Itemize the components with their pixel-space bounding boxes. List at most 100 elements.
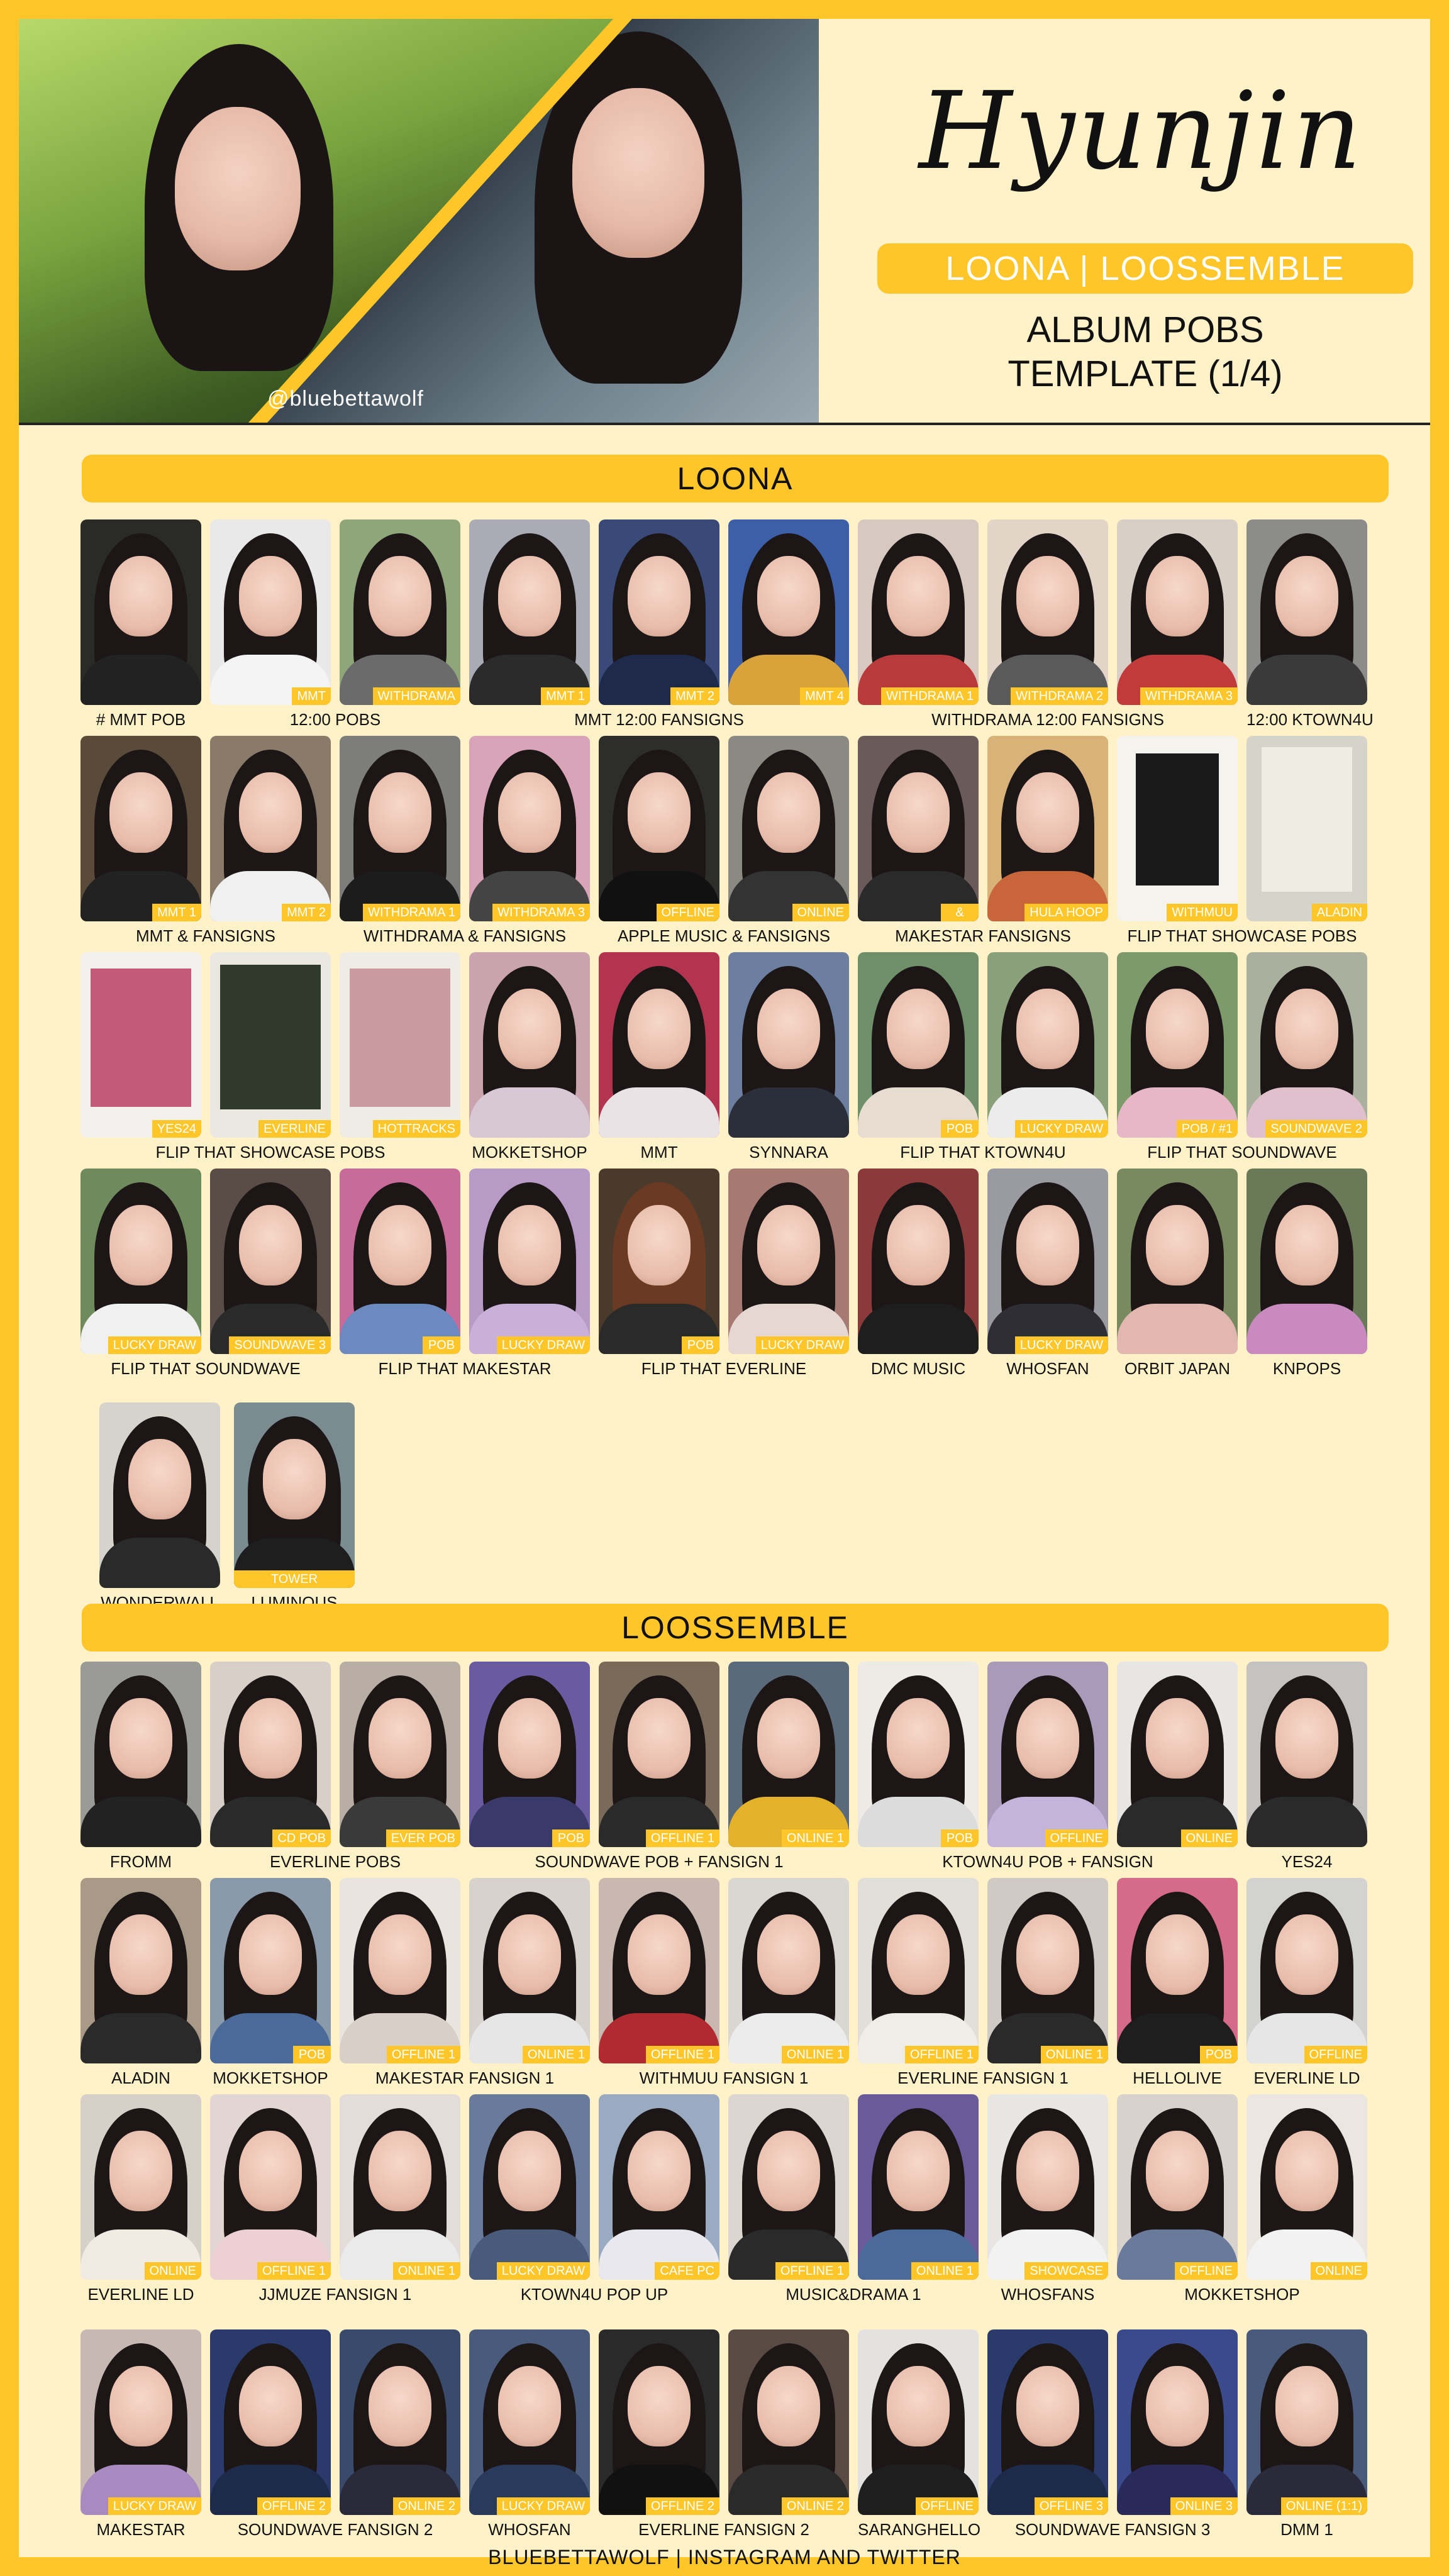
card-face — [757, 1205, 820, 1285]
card-face — [628, 1698, 691, 1779]
photocard: OFFLINE 2 — [599, 2329, 719, 2515]
card-tag: ONLINE 1 — [522, 2046, 590, 2063]
photocard: POB — [858, 1662, 979, 1847]
card-tag: SOUNDWAVE 3 — [229, 1336, 331, 1354]
card-face — [498, 772, 561, 853]
card-caption: SOUNDWAVE POB + FANSIGN 1 — [535, 1852, 784, 1871]
card-tag: ONLINE 1 — [1040, 2046, 1108, 2063]
card-caption: YES24 — [1281, 1852, 1333, 1871]
card-face — [239, 2366, 302, 2446]
photocard: CAFE PC — [599, 2094, 719, 2280]
card-outfit — [1246, 655, 1367, 705]
photocard: ONLINE 1 — [340, 2094, 460, 2280]
photocard: OFFLINE 1 — [599, 1878, 719, 2063]
card-face — [628, 989, 691, 1069]
card-caption: DMC MUSIC — [870, 1359, 966, 1378]
footer-credit: BLUEBETTAWOLF | INSTAGRAM AND TWITTER — [488, 2546, 961, 2568]
card-tag: OFFLINE 1 — [904, 2046, 979, 2063]
card-outfit — [80, 655, 201, 705]
card-tag: ONLINE 1 — [911, 2262, 979, 2280]
card-caption: 12:00 KTOWN4U — [1246, 710, 1374, 729]
card-face — [369, 1914, 431, 1995]
subtitle-line-2: TEMPLATE (1/4) — [1008, 353, 1283, 394]
photocard: ONLINE — [80, 2094, 201, 2280]
card-tag: OFFLINE 2 — [257, 2497, 331, 2515]
photocard — [80, 519, 201, 705]
card-face — [369, 1205, 431, 1285]
card-face — [1146, 989, 1209, 1069]
card-face — [887, 2366, 950, 2446]
card-outfit — [99, 1538, 220, 1588]
photocard: WITHDRAMA 3 — [1117, 519, 1238, 705]
polaroid-print — [1136, 753, 1219, 886]
photocard: WITHDRAMA 2 — [987, 519, 1108, 705]
card-tag: HULA HOOP — [1024, 904, 1108, 921]
photocard: WITHDRAMA 1 — [340, 736, 460, 921]
card-face — [1146, 2131, 1209, 2211]
card-tag: POB — [293, 2046, 331, 2063]
card-caption: DMM 1 — [1280, 2520, 1333, 2539]
card-face — [109, 556, 172, 636]
card-face — [887, 556, 950, 636]
card-face — [1146, 2366, 1209, 2446]
card-face — [1275, 556, 1338, 636]
card-face — [757, 1698, 820, 1779]
card-face — [1146, 556, 1209, 636]
card-tag: OFFLINE 1 — [386, 2046, 460, 2063]
card-tag: MMT — [292, 687, 331, 705]
polaroid-print — [1262, 747, 1352, 892]
card-caption: FROMM — [109, 1852, 172, 1871]
photocard — [99, 1402, 220, 1588]
card-outfit — [80, 2013, 201, 2063]
photocard: TOWER RECORDS — [234, 1402, 355, 1588]
card-caption: MOKKETSHOP — [213, 2068, 328, 2087]
card-face — [1146, 1205, 1209, 1285]
card-caption: MAKESTAR FANSIGN 1 — [375, 2068, 555, 2087]
card-tag: HOTTRACKS — [372, 1120, 460, 1138]
card-tag: OFFLINE 1 — [257, 2262, 331, 2280]
card-tag: ONLINE 1 — [781, 2046, 849, 2063]
card-face — [887, 1205, 950, 1285]
card-face — [239, 2131, 302, 2211]
card-face — [1275, 989, 1338, 1069]
card-face — [628, 556, 691, 636]
card-tag: OFFLINE 2 — [645, 2497, 719, 2515]
card-tag: MMT 2 — [670, 687, 719, 705]
card-tag: OFFLINE — [1045, 1829, 1108, 1847]
photocard: OFFLINE 1 — [858, 1878, 979, 2063]
card-tag: EVERLINE — [258, 1120, 331, 1138]
photocard: LUCKY DRAW — [80, 1169, 201, 1354]
card-caption: WITHDRAMA & FANSIGNS — [363, 926, 567, 945]
card-tag: ONLINE — [1180, 1829, 1238, 1847]
card-caption: JJMUZE FANSIGN 1 — [258, 2285, 412, 2304]
card-tag: SOUNDWAVE 2 — [1265, 1120, 1367, 1138]
card-tag: MMT 4 — [800, 687, 849, 705]
photocard: MMT — [210, 519, 331, 705]
card-caption: HELLOLIVE — [1133, 2068, 1222, 2087]
photo-face — [572, 88, 704, 258]
photocard — [728, 952, 849, 1138]
photocard: OFFLINE 1 — [340, 1878, 460, 2063]
card-face — [1016, 2366, 1079, 2446]
card-face — [887, 989, 950, 1069]
card-outfit — [1117, 1304, 1238, 1354]
watermark-handle: @bluebettawolf — [267, 387, 424, 411]
template-page: @bluebettawolf Hyunjin LOONA | LOOSSEMBL… — [0, 0, 1449, 2576]
card-caption: WHOSFANS — [1001, 2285, 1095, 2304]
card-tag: WITHDRAMA 1 — [363, 904, 460, 921]
photocard — [1117, 1169, 1238, 1354]
photocard: ONLINE 2 — [728, 2329, 849, 2515]
card-caption: FLIP THAT SHOWCASE POBS — [1127, 926, 1357, 945]
card-face — [1016, 556, 1079, 636]
card-face — [498, 989, 561, 1069]
photocard: HULA HOOP — [987, 736, 1108, 921]
card-caption: # MMT POB — [96, 710, 186, 729]
card-tag: & — [941, 904, 979, 921]
card-face — [1016, 2131, 1079, 2211]
photocard: WITHMUU — [1117, 736, 1238, 921]
card-face — [109, 2131, 172, 2211]
card-caption: FLIP THAT MAKESTAR — [378, 1359, 552, 1378]
photo-face — [175, 107, 301, 270]
photocard: WITHDRAMA 1 — [858, 519, 979, 705]
photocard: WITHDRAMA — [340, 519, 460, 705]
